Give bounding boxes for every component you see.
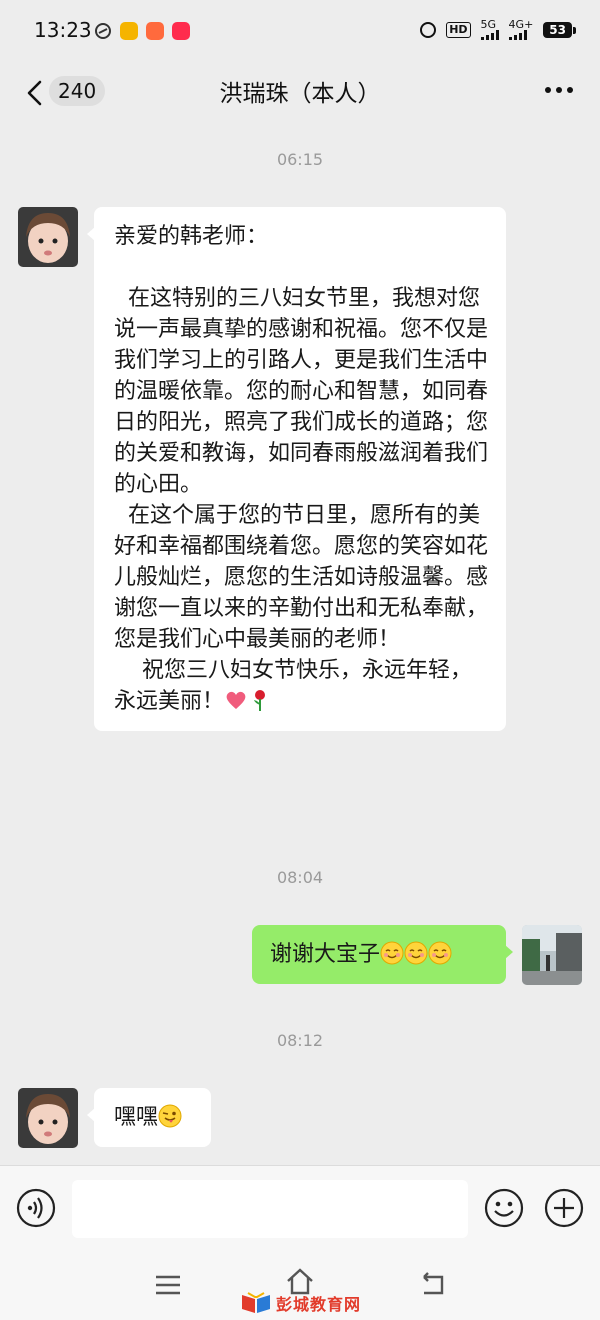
battery-indicator: 53: [543, 22, 576, 38]
alarm-icon: [420, 22, 437, 38]
contact-avatar[interactable]: [18, 1088, 78, 1148]
message-text: 谢谢大宝子: [270, 942, 381, 967]
more-options-icon[interactable]: [544, 84, 574, 96]
avatar-image: [18, 207, 78, 267]
plus-more-icon[interactable]: [544, 1188, 584, 1228]
status-right: HD 5G 4G+ 53: [420, 18, 576, 40]
heart-icon: [226, 691, 246, 709]
message-timestamp: 08:04: [276, 868, 324, 887]
smile-emoji-icon: [380, 941, 404, 965]
net-5g-label: 5G: [480, 18, 497, 31]
book-logo-icon: [242, 1292, 270, 1313]
rose-icon: [254, 690, 266, 711]
message-text: 嘿嘿: [114, 1105, 159, 1130]
notification-icons: [94, 22, 190, 40]
hd-indicator: HD: [446, 22, 471, 38]
status-bar: 13:23 HD 5G 4G+ 53: [0, 0, 600, 62]
avatar-image: [18, 1088, 78, 1148]
signal-bars-icon: [508, 30, 527, 40]
app-notification-icon: [120, 22, 138, 40]
shopping-app-icon: [172, 22, 190, 40]
message-text: 亲爱的韩老师： 在这特别的三八妇女节里，我想对您说一声最真挚的感谢和祝福。您不仅…: [114, 224, 489, 714]
input-bar: [0, 1165, 600, 1250]
status-time: 13:23: [34, 18, 92, 42]
system-nav-bar: 彭城教育网: [0, 1249, 600, 1320]
wink-tongue-emoji-icon: [158, 1104, 182, 1128]
video-app-icon: [146, 22, 164, 40]
message-bubble[interactable]: 亲爱的韩老师： 在这特别的三八妇女节里，我想对您说一声最真挚的感谢和祝福。您不仅…: [87, 207, 506, 731]
self-avatar[interactable]: [522, 925, 582, 985]
chat-title: 洪瑞珠（本人）: [219, 81, 381, 107]
smile-emoji-icon: [428, 941, 452, 965]
message-timestamp: 06:15: [276, 150, 324, 169]
cloud-sync-icon: [95, 23, 111, 39]
emoji-picker-icon[interactable]: [484, 1188, 524, 1228]
avatar-image: [522, 925, 582, 985]
smile-emoji-icon: [404, 941, 428, 965]
chat-header: 240 洪瑞珠（本人）: [0, 62, 600, 124]
net-4g-label: 4G+: [508, 18, 534, 31]
voice-input-icon[interactable]: [16, 1188, 56, 1228]
watermark: 彭城教育网: [240, 1291, 361, 1315]
signal-5g: 5G: [480, 18, 499, 40]
watermark-text: 彭城教育网: [276, 1295, 362, 1314]
menu-icon[interactable]: [152, 1269, 184, 1301]
signal-4g: 4G+: [508, 18, 534, 40]
signal-bars-icon: [480, 30, 499, 40]
back-nav-icon[interactable]: [418, 1269, 450, 1301]
message-timestamp: 08:12: [276, 1031, 324, 1050]
message-input[interactable]: [72, 1180, 468, 1238]
message-bubble[interactable]: 嘿嘿: [87, 1088, 211, 1147]
contact-avatar[interactable]: [18, 207, 78, 267]
message-bubble-self[interactable]: 谢谢大宝子: [252, 925, 513, 984]
